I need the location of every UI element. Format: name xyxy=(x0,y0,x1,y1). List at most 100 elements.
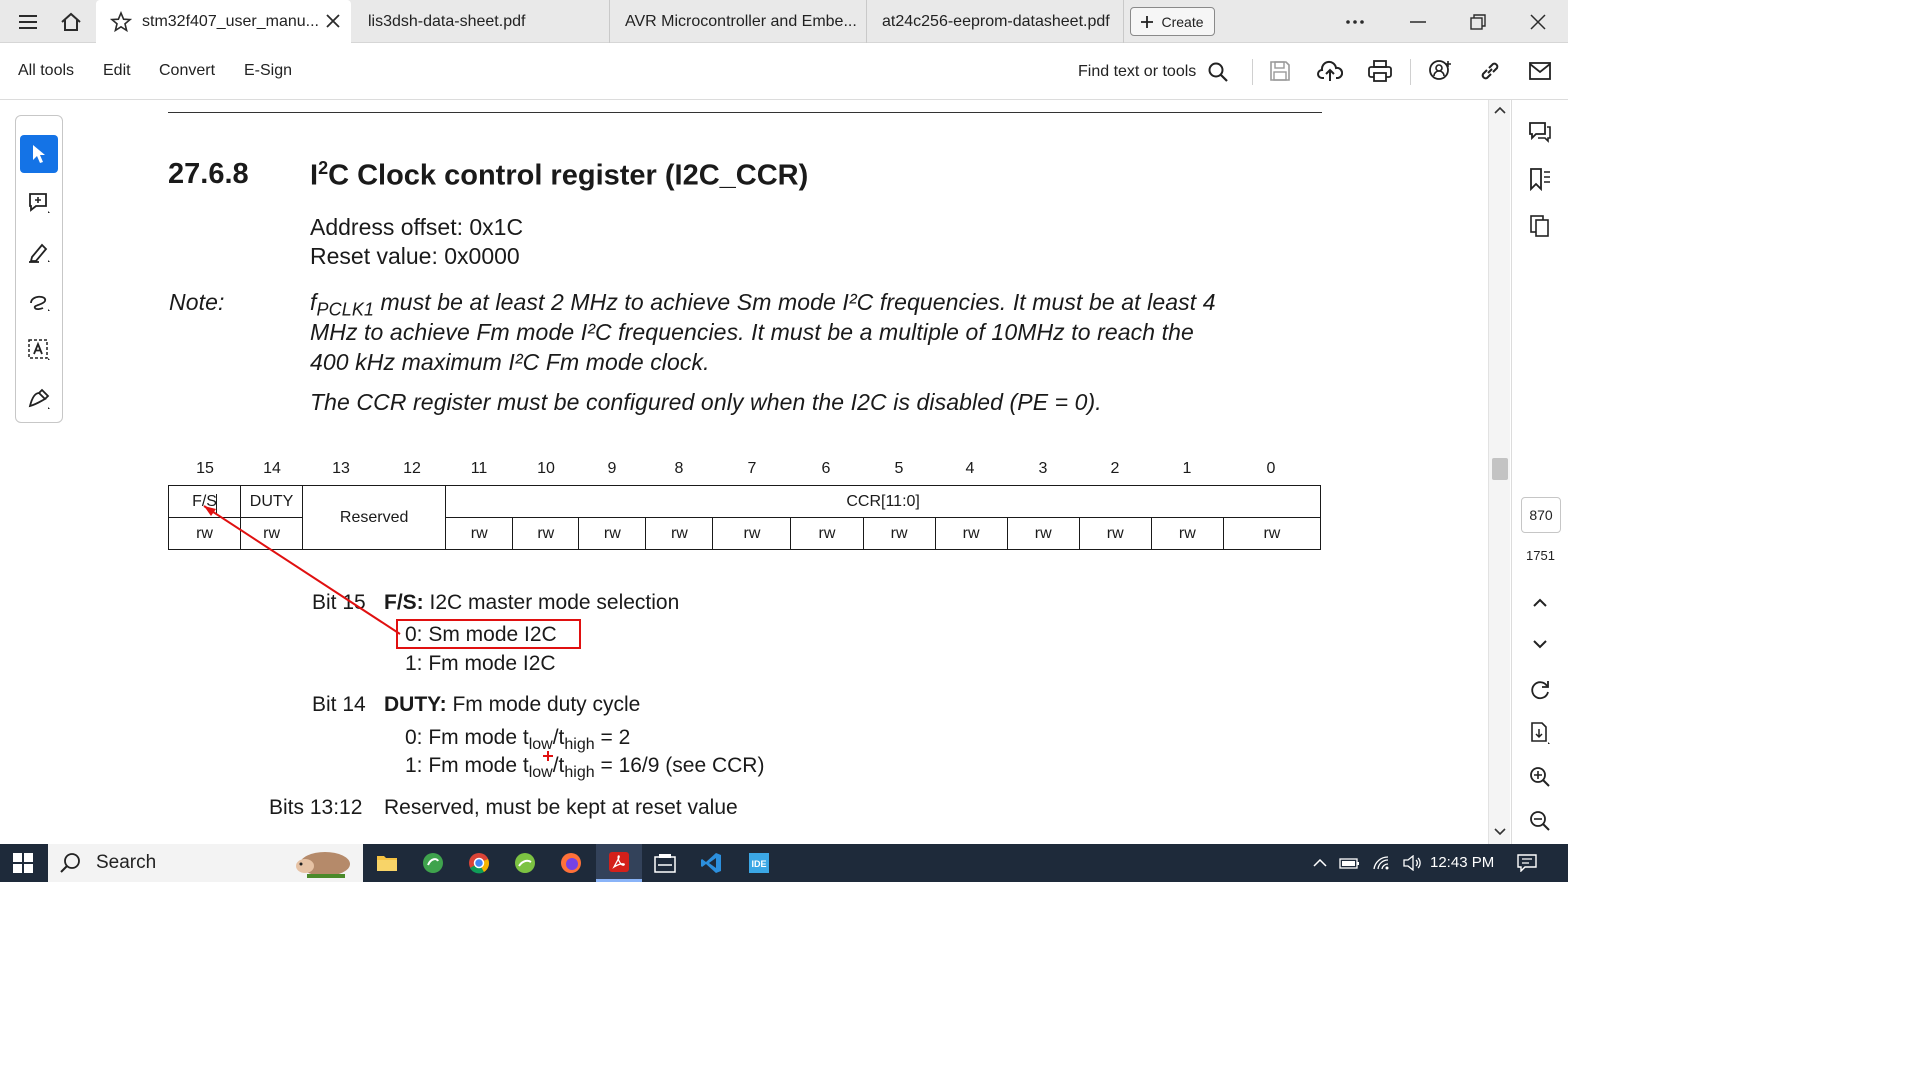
left-tool-rail xyxy=(15,115,63,423)
menu-convert[interactable]: Convert xyxy=(159,62,215,80)
star-icon[interactable] xyxy=(110,10,132,33)
file-explorer-icon[interactable] xyxy=(365,844,409,882)
vscode-icon[interactable] xyxy=(688,844,734,882)
wifi-icon[interactable] xyxy=(1368,844,1396,882)
sign-icon[interactable] xyxy=(20,380,58,418)
create-button[interactable]: Create xyxy=(1130,7,1215,36)
mail-icon[interactable] xyxy=(1525,56,1555,86)
next-page-icon[interactable] xyxy=(1524,628,1556,660)
bit14-label: Bit 14 xyxy=(312,693,366,716)
print-icon[interactable] xyxy=(1365,56,1395,86)
select-tool-icon[interactable] xyxy=(20,135,58,173)
save-icon[interactable] xyxy=(1265,56,1295,86)
total-pages: 1751 xyxy=(1526,548,1555,563)
vertical-scrollbar[interactable] xyxy=(1488,100,1510,844)
annotation-arrow[interactable] xyxy=(64,100,1488,844)
bits1312-desc: Reserved, must be kept at reset value xyxy=(384,796,738,819)
comments-icon[interactable] xyxy=(1524,116,1556,148)
create-label: Create xyxy=(1161,13,1204,30)
document-viewport[interactable]: 27.6.8 I2C Clock control register (I2C_C… xyxy=(64,100,1488,844)
windows-taskbar: Search IDE 12:43 PM xyxy=(0,844,1568,882)
current-page-input[interactable]: 870 xyxy=(1521,497,1561,533)
svg-text:IDE: IDE xyxy=(751,859,766,869)
freehand-draw-icon[interactable] xyxy=(20,282,58,320)
restore-icon[interactable] xyxy=(1458,0,1498,43)
close-icon[interactable] xyxy=(323,11,343,31)
slash: /t xyxy=(552,754,565,777)
link-icon[interactable] xyxy=(1475,56,1505,86)
toolbar: All tools Edit Convert E-Sign Find text … xyxy=(0,43,1568,100)
menu-edit[interactable]: Edit xyxy=(103,62,131,80)
minimize-icon[interactable] xyxy=(1398,0,1438,43)
bookmarks-icon[interactable] xyxy=(1524,163,1556,195)
zoom-out-icon[interactable] xyxy=(1524,805,1556,837)
refresh-icon[interactable] xyxy=(1524,674,1556,706)
add-comment-icon[interactable] xyxy=(20,184,58,222)
bit14-desc-text: Fm mode duty cycle xyxy=(446,693,641,716)
green-app-icon[interactable] xyxy=(503,844,547,882)
search-icon xyxy=(60,852,82,874)
opt-text: 1: Fm mode t xyxy=(405,754,529,777)
tab-avr[interactable]: AVR Microcontroller and Embe... xyxy=(611,0,867,43)
scroll-up-icon[interactable] xyxy=(1494,106,1506,114)
share-user-icon[interactable] xyxy=(1425,56,1455,86)
page-scroll-icon[interactable] xyxy=(1524,717,1556,749)
zoom-in-icon[interactable] xyxy=(1524,761,1556,793)
bit14-option-1: 1: Fm mode tlow/thigh = 16/9 (see CCR) xyxy=(405,754,764,782)
divider xyxy=(1252,59,1253,85)
menu-icon[interactable] xyxy=(8,0,48,43)
opt-text: = 16/9 (see CCR) xyxy=(594,754,765,777)
sub-high: high xyxy=(564,736,595,754)
cursor-crosshair-icon xyxy=(543,751,553,761)
volume-icon[interactable] xyxy=(1398,844,1426,882)
greenshot-icon[interactable] xyxy=(411,844,455,882)
windows-start-icon[interactable] xyxy=(0,844,46,882)
show-hidden-icons-chevron[interactable] xyxy=(1308,844,1332,882)
tab-lis3dsh[interactable]: lis3dsh-data-sheet.pdf xyxy=(354,0,610,43)
taskbar-clock[interactable]: 12:43 PM xyxy=(1430,854,1494,871)
tab-label: at24c256-eeprom-datasheet.pdf xyxy=(882,12,1110,30)
terminal-app-icon[interactable] xyxy=(642,844,688,882)
search-icon xyxy=(1208,62,1229,82)
chrome-icon[interactable] xyxy=(457,844,501,882)
opt-text: 0: Fm mode t xyxy=(405,726,529,749)
tab-at24c256[interactable]: at24c256-eeprom-datasheet.pdf xyxy=(868,0,1124,43)
tab-bar: stm32f407_user_manu... lis3dsh-data-shee… xyxy=(0,0,1568,43)
notifications-icon[interactable] xyxy=(1512,844,1542,882)
text-box-icon[interactable] xyxy=(20,331,58,369)
divider xyxy=(1410,59,1411,85)
scroll-down-icon[interactable] xyxy=(1494,828,1506,836)
tab-label: AVR Microcontroller and Embe... xyxy=(625,12,857,30)
taskbar-search[interactable]: Search xyxy=(48,844,363,882)
tab-label: stm32f407_user_manu... xyxy=(142,12,319,30)
tab-label: lis3dsh-data-sheet.pdf xyxy=(368,12,526,30)
slash: /t xyxy=(552,726,565,749)
menu-esign[interactable]: E-Sign xyxy=(244,62,292,80)
highlight-pen-icon[interactable] xyxy=(20,233,58,271)
menu-all-tools[interactable]: All tools xyxy=(18,62,74,80)
acrobat-icon[interactable] xyxy=(596,844,642,882)
scroll-thumb[interactable] xyxy=(1492,458,1508,480)
sub-low: low xyxy=(528,764,553,782)
search-label: Search xyxy=(96,852,157,873)
find-label: Find text or tools xyxy=(1078,63,1197,80)
close-window-icon[interactable] xyxy=(1518,0,1558,43)
battery-icon[interactable] xyxy=(1336,844,1364,882)
bit14-desc: DUTY: Fm mode duty cycle xyxy=(384,693,640,717)
right-panel: 870 1751 xyxy=(1511,100,1568,844)
opt-text: = 2 xyxy=(594,726,631,749)
find-text-or-tools[interactable]: Find text or tools xyxy=(1078,59,1229,85)
bits1312-label: Bits 13:12 xyxy=(269,796,363,819)
bit14-name: DUTY: xyxy=(384,693,447,716)
bit14-option-0: 0: Fm mode tlow/thigh = 2 xyxy=(405,726,630,754)
firefox-icon[interactable] xyxy=(549,844,593,882)
tab-stm32-manual[interactable]: stm32f407_user_manu... xyxy=(96,0,351,43)
stm32cubeide-icon[interactable]: IDE xyxy=(736,844,782,882)
hedgehog-icon xyxy=(293,846,355,880)
more-icon[interactable] xyxy=(1335,0,1375,43)
sub-high: high xyxy=(564,764,595,782)
upload-cloud-icon[interactable] xyxy=(1315,56,1345,86)
previous-page-icon[interactable] xyxy=(1524,586,1556,618)
pages-icon[interactable] xyxy=(1524,210,1556,242)
home-icon[interactable] xyxy=(50,0,92,43)
